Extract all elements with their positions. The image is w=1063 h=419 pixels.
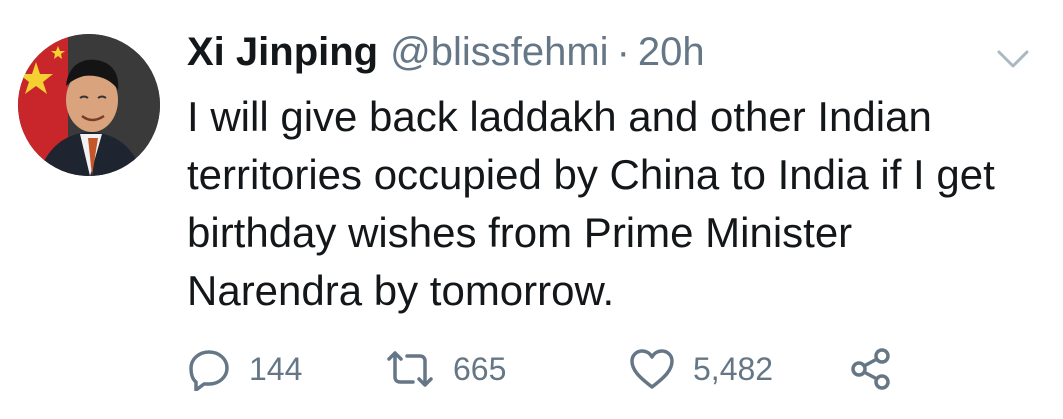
avatar[interactable] xyxy=(18,34,160,176)
timestamp[interactable]: 20h xyxy=(638,30,705,75)
display-name[interactable]: Xi Jinping xyxy=(187,30,378,75)
tweet-card[interactable]: Xi Jinping @blissfehmi · 20h I will give… xyxy=(0,0,1063,419)
like-button[interactable]: 5,482 xyxy=(629,345,773,393)
retweet-button[interactable]: 665 xyxy=(385,345,506,393)
chevron-down-icon[interactable] xyxy=(995,44,1031,72)
user-handle[interactable]: @blissfehmi xyxy=(390,30,608,75)
like-count: 5,482 xyxy=(693,350,774,387)
tweet-text: I will give back laddakh and other India… xyxy=(187,93,995,314)
reply-button[interactable]: 144 xyxy=(187,345,302,393)
reply-count: 144 xyxy=(249,350,303,387)
separator-dot: · xyxy=(616,30,630,74)
heart-icon xyxy=(629,348,675,390)
reply-icon xyxy=(187,347,231,391)
retweet-icon xyxy=(385,347,435,391)
retweet-count: 665 xyxy=(453,350,507,387)
share-button[interactable] xyxy=(849,345,893,393)
tweet-header: Xi Jinping @blissfehmi · 20h xyxy=(187,30,705,86)
share-icon xyxy=(849,347,893,391)
action-bar: 144 665 5,482 xyxy=(187,345,947,393)
